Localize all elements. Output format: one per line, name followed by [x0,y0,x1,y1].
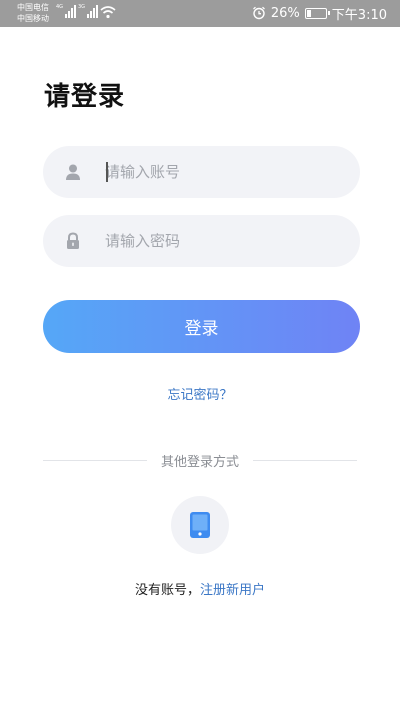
battery-percent: 26% [270,5,300,21]
register-prompt: 没有账号， [134,583,200,598]
battery-icon [304,7,330,19]
carrier-2: 中国移动 [17,14,49,23]
password-input[interactable] [105,215,345,267]
register-link[interactable]: 注册新用户 [200,583,265,598]
text-cursor [106,162,108,182]
page-title: 请登录 [44,82,126,112]
phone-icon [190,512,210,538]
clock: 下午3:10 [331,7,387,23]
account-field[interactable] [43,146,360,198]
password-field[interactable] [43,215,360,267]
account-input[interactable] [105,146,345,198]
signal-icon-2: 3G [78,4,99,18]
signal-icon-1: 4G [56,4,77,18]
forgot-password-link[interactable]: 忘记密码？ [0,384,400,403]
other-login-label: 其他登录方式 [160,455,239,470]
phone-login-button[interactable] [171,496,229,554]
battery-fill [306,9,311,17]
register-row: 没有账号，注册新用户 [0,579,400,598]
status-bar: 中国电信 中国移动 4G 3G 26% 下午3:10 [0,0,400,27]
user-icon [66,164,80,180]
login-button[interactable]: 登录 [43,300,360,353]
carrier-1: 中国电信 [17,3,49,12]
carrier-names: 中国电信 中国移动 [17,2,49,24]
lock-icon [67,232,79,249]
wifi-icon [100,6,116,19]
alarm-icon [252,6,265,20]
